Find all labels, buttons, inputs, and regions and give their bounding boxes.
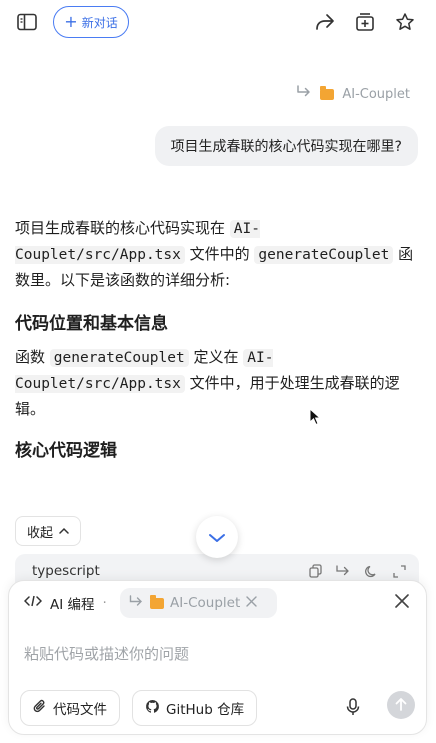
sidebar-toggle-icon[interactable] xyxy=(13,8,41,36)
section-heading: 代码位置和基本信息 xyxy=(15,314,168,334)
close-icon[interactable] xyxy=(395,593,409,612)
inline-code-function: generateCouplet xyxy=(254,246,394,264)
code-file-label: 代码文件 xyxy=(53,702,107,718)
code-language-label: typescript xyxy=(32,563,100,579)
star-icon[interactable] xyxy=(391,8,419,36)
inline-code-function: generateCouplet xyxy=(49,349,189,367)
folder-icon xyxy=(150,594,164,609)
reply-arrow-icon xyxy=(296,85,312,103)
section-heading: 核心代码逻辑 xyxy=(15,441,117,461)
user-message-text: 项目生成春联的核心代码实现在哪里? xyxy=(170,139,402,155)
paperclip-icon xyxy=(33,699,47,718)
top-bar: + 新对话 xyxy=(0,0,436,44)
collapse-label: 收起 xyxy=(26,525,53,541)
github-icon xyxy=(145,699,160,718)
user-message-bubble: 项目生成春联的核心代码实现在哪里? xyxy=(154,126,418,166)
arrow-up-icon xyxy=(395,696,407,715)
insert-icon[interactable] xyxy=(335,563,351,579)
chevron-down-icon xyxy=(208,528,226,547)
answer-intro: 项目生成春联的核心代码实现在 AI-Couplet/src/App.tsx 文件… xyxy=(15,216,420,293)
mode-label: AI 编程 xyxy=(50,597,95,613)
github-label: GitHub 仓库 xyxy=(166,702,245,718)
send-button[interactable] xyxy=(387,691,415,719)
mouse-cursor-icon xyxy=(309,407,322,430)
scroll-to-bottom-button[interactable] xyxy=(196,516,238,558)
plus-icon: + xyxy=(64,11,78,31)
expand-icon[interactable] xyxy=(391,563,407,579)
chevron-up-icon xyxy=(59,524,69,539)
composer-panel: AI 编程 · AI-Couplet 粘贴代码或描述你的问题 代码文件 GitH… xyxy=(8,580,427,735)
reference-label: AI-Couplet xyxy=(342,86,410,102)
code-mode-icon xyxy=(23,594,43,612)
context-chip[interactable]: AI-Couplet xyxy=(120,588,277,618)
new-chat-label: 新对话 xyxy=(81,15,118,30)
text-span: 函数 xyxy=(15,348,50,366)
code-file-button[interactable]: 代码文件 xyxy=(20,690,120,726)
github-repo-button[interactable]: GitHub 仓库 xyxy=(132,690,258,726)
microphone-icon[interactable] xyxy=(343,696,363,718)
collapse-button[interactable]: 收起 xyxy=(15,516,81,546)
separator-dot: · xyxy=(102,595,107,611)
section-paragraph: 函数 generateCouplet 定义在 AI-Couplet/src/Ap… xyxy=(15,345,420,422)
share-icon[interactable] xyxy=(311,8,339,36)
text-span: 定义在 xyxy=(188,348,244,366)
mode-selector[interactable]: AI 编程 · xyxy=(23,593,107,613)
text-span: 文件中的 xyxy=(184,245,255,263)
context-chip-label: AI-Couplet xyxy=(170,595,241,611)
folder-icon xyxy=(320,85,335,100)
copy-icon[interactable] xyxy=(307,563,323,579)
theme-icon[interactable] xyxy=(363,563,379,579)
prompt-input[interactable]: 粘贴代码或描述你的问题 xyxy=(24,643,189,664)
add-to-collection-icon[interactable] xyxy=(351,8,379,36)
reply-arrow-icon xyxy=(129,594,144,612)
new-chat-button[interactable]: + 新对话 xyxy=(53,6,129,38)
text-span: 项目生成春联的核心代码实现在 xyxy=(15,219,230,237)
assistant-answer: 项目生成春联的核心代码实现在 AI-Couplet/src/App.tsx 文件… xyxy=(15,216,420,472)
remove-chip-icon[interactable] xyxy=(246,595,257,611)
message-reference: AI-Couplet xyxy=(296,84,410,104)
